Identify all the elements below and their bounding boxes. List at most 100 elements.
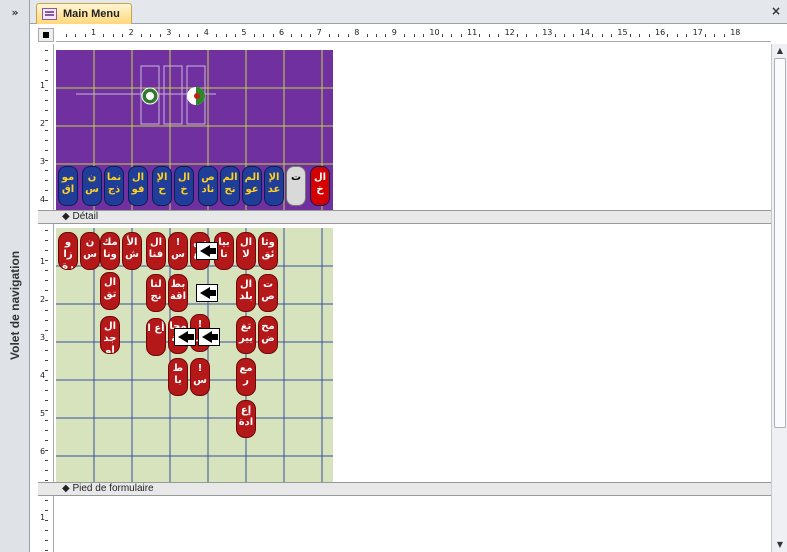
ruler-tick [45, 80, 48, 81]
detail-menu-button[interactable]: ال تق [100, 272, 120, 310]
ruler-tick [413, 34, 415, 37]
ruler-tick [526, 34, 528, 37]
detail-section[interactable]: و زا رةن سمك وناالأ شال فنا! سس معبيا نا… [56, 228, 333, 482]
ruler-tick [225, 34, 227, 37]
ruler-tick [376, 34, 377, 37]
header-menu-button[interactable]: مو اق [58, 166, 78, 206]
header-menu-button[interactable]: ص ناد [198, 166, 218, 206]
form-header-section[interactable]: مو اق ن س نما ذج ال فو الإ ح ال خص ناد الم نح ا… [56, 50, 333, 210]
header-menu-button[interactable]: ال خ [310, 166, 330, 206]
ruler-number: 15 [617, 28, 628, 37]
ruler-tick [235, 34, 236, 37]
detail-menu-button[interactable]: وثا ئق [258, 232, 278, 270]
detail-menu-button[interactable]: أع ا [146, 318, 166, 356]
ruler-number: 2 [128, 28, 134, 37]
header-menu-button[interactable]: ن س [82, 166, 102, 206]
navigation-pane[interactable]: » Volet de navigation [0, 0, 30, 552]
ruler-tick [45, 190, 48, 191]
form-design-canvas: مو اق ن س نما ذج ال فو الإ ح ال خص ناد الم نح ا… [38, 50, 771, 552]
header-menu-button[interactable]: الإ ح [152, 166, 172, 206]
ruler-tick [451, 34, 453, 37]
tab-title: Main Menu [63, 8, 120, 20]
scroll-thumb[interactable] [774, 58, 786, 428]
ruler-tick [45, 380, 48, 381]
detail-menu-button[interactable]: ال جد او [100, 316, 120, 354]
ruler-tick [188, 34, 189, 37]
vertical-ruler[interactable]: 12341234561 [38, 44, 54, 552]
ruler-tick [648, 34, 650, 37]
ruler-tick [441, 34, 443, 37]
ruler-number: 10 [429, 28, 440, 37]
ruler-number: 17 [692, 28, 703, 37]
detail-section-bar[interactable]: ◆ Détail [38, 210, 771, 224]
ruler-tick [45, 330, 48, 331]
scroll-up-icon[interactable]: ▲ [772, 44, 787, 58]
detail-menu-button[interactable]: مك ونا [100, 232, 120, 270]
ruler-number: 18 [730, 28, 741, 37]
header-menu-button[interactable]: ال خ [174, 166, 194, 206]
detail-menu-button[interactable]: ال فنا [146, 232, 166, 270]
detail-menu-button[interactable]: ط با [168, 358, 188, 396]
ruler-tick [45, 290, 48, 291]
header-menu-button[interactable]: الم نح [220, 166, 240, 206]
ruler-tick [329, 34, 330, 37]
detail-menu-button[interactable]: مح ض [258, 316, 278, 354]
detail-menu-button[interactable]: ال لا [236, 232, 256, 270]
ruler-number: 8 [354, 28, 360, 37]
detail-menu-button[interactable]: ن س [80, 232, 100, 270]
footer-section-bar[interactable]: ◆ Pied de formulaire [38, 482, 771, 496]
ruler-tick [45, 390, 48, 391]
ruler-tick [366, 34, 368, 37]
back-arrow-icon[interactable] [196, 284, 218, 302]
horizontal-ruler[interactable]: 1 2 3 4 5 6 7 8 9 10 11 12 13 14 15 16 17 18 [56, 28, 771, 42]
ruler-tick [45, 480, 48, 481]
ruler-tick [45, 240, 48, 241]
detail-menu-button[interactable]: لنا نج [146, 274, 166, 312]
ruler-tick [338, 34, 340, 37]
detail-menu-button[interactable]: تغ يير [236, 316, 256, 354]
detail-menu-button[interactable]: ال بلد [236, 274, 256, 312]
tab-main-menu[interactable]: Main Menu [36, 3, 132, 24]
ruler-tick [45, 340, 48, 341]
detail-section-label: Détail [72, 211, 99, 222]
detail-menu-button[interactable]: مع ر [236, 358, 256, 396]
back-arrow-icon[interactable] [198, 328, 220, 346]
ruler-tick [45, 360, 48, 361]
header-menu-button[interactable]: الم عو [242, 166, 262, 206]
ruler-tick [45, 470, 48, 471]
form-selector[interactable] [38, 28, 54, 42]
expand-nav-icon[interactable]: » [4, 4, 26, 22]
header-menu-button[interactable]: ت [286, 166, 306, 206]
ruler-tick [45, 150, 48, 151]
detail-menu-button[interactable]: ! س [190, 358, 210, 396]
ruler-tick [45, 180, 48, 181]
detail-menu-button[interactable]: إع ادة [236, 400, 256, 438]
back-arrow-icon[interactable] [174, 328, 196, 346]
detail-menu-button[interactable]: الأ ش [122, 232, 142, 270]
header-menu-button[interactable]: نما ذج [104, 166, 124, 206]
detail-menu-button[interactable]: و زا رة [58, 232, 78, 270]
back-arrow-icon[interactable] [196, 242, 218, 260]
ruler-number: 4 [40, 371, 46, 380]
ruler-tick [676, 34, 678, 37]
ruler-tick [629, 34, 631, 37]
ruler-number: 3 [40, 157, 46, 166]
ruler-tick [45, 280, 48, 281]
scroll-down-icon[interactable]: ▼ [772, 538, 787, 552]
ruler-tick [723, 34, 725, 37]
ruler-tick [45, 370, 48, 371]
ruler-tick [554, 34, 556, 37]
header-menu-button[interactable]: ال فو [128, 166, 148, 206]
navigation-pane-label: Volet de navigation [8, 250, 22, 360]
ruler-tick [45, 130, 48, 131]
close-icon[interactable]: × [771, 4, 781, 18]
header-menu-button[interactable]: الإ عد [264, 166, 284, 206]
detail-menu-button[interactable]: ت ص [258, 274, 278, 312]
detail-menu-button[interactable]: بط اقة [168, 274, 188, 312]
form-footer-section[interactable] [56, 500, 771, 552]
vertical-scrollbar[interactable]: ▲ ▼ [771, 44, 787, 552]
detail-menu-button[interactable]: ! س [168, 232, 188, 270]
ruler-tick [45, 320, 48, 321]
ruler-tick [45, 160, 48, 161]
ruler-number: 1 [40, 81, 46, 90]
